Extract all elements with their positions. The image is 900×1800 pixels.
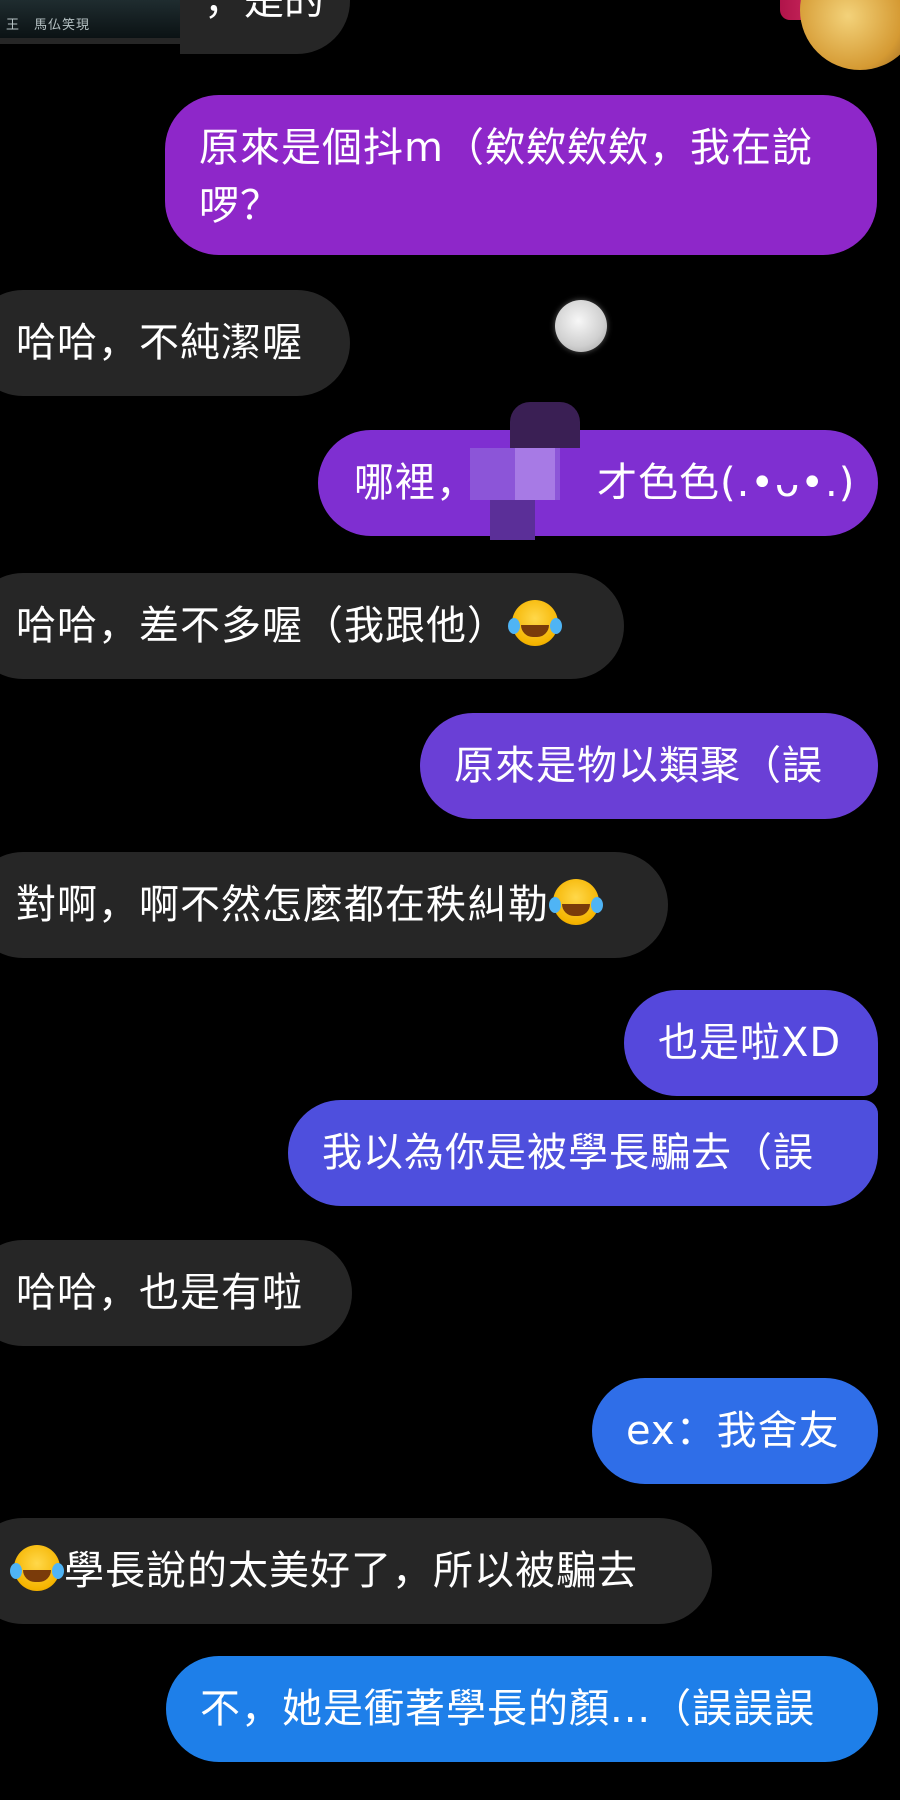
message-bubble-received[interactable]: 哈哈，也是有啦 [0, 1240, 352, 1346]
thumbnail-caption: 王 馬仏笑現 [6, 18, 91, 33]
message-bubble-received[interactable]: 哈哈，不純潔喔 [0, 290, 350, 396]
message-bubble-sent[interactable]: 原來是物以類聚（誤 [420, 713, 878, 819]
face-with-tears-of-joy-icon [549, 879, 599, 925]
message-text: 也是啦XD [658, 1020, 842, 1066]
message-text: 哈哈，差不多喔（我跟他） [16, 603, 508, 649]
message-bubble-sent[interactable]: 哪裡， 才色色(.•ᴗ•.) [318, 430, 878, 536]
message-bubble-sent[interactable]: ex：我舍友 [592, 1378, 878, 1484]
message-text: 原來是個抖m（欸欸欸欸，我在說啰？ [199, 125, 813, 229]
message-bubble-sent[interactable]: 不，她是衝著學長的顏...（誤誤誤 [166, 1656, 878, 1762]
message-text: ex：我舍友 [626, 1408, 840, 1454]
face-with-tears-of-joy-icon [10, 1545, 60, 1591]
seen-avatar-icon [555, 300, 607, 352]
message-text: 我以為你是被學長騙去（誤 [322, 1130, 814, 1176]
message-text: 哈哈，不純潔喔 [16, 320, 303, 366]
message-text: 學長說的太美好了，所以被騙去 [64, 1548, 638, 1594]
message-text: ，是的 [204, 0, 324, 24]
avatar[interactable] [800, 0, 900, 70]
message-text-before: 哪裡， [354, 460, 477, 506]
redacted-blur [470, 402, 580, 540]
message-bubble-received-partial[interactable]: ，是的 [180, 0, 350, 54]
message-bubble-received[interactable]: 哈哈，差不多喔（我跟他） [0, 573, 624, 679]
message-text: 對啊，啊不然怎麼都在秩糾勒 [16, 882, 549, 928]
face-with-tears-of-joy-icon [508, 600, 558, 646]
shared-media-thumbnail[interactable]: 王 馬仏笑現 [0, 0, 200, 44]
message-bubble-sent[interactable]: 也是啦XD [624, 990, 878, 1096]
message-text: 不，她是衝著學長的顏...（誤誤誤 [200, 1686, 816, 1732]
message-text: 原來是物以類聚（誤 [454, 743, 823, 789]
message-bubble-sent[interactable]: 我以為你是被學長騙去（誤 [288, 1100, 878, 1206]
message-bubble-received[interactable]: 學長說的太美好了，所以被騙去 [0, 1518, 712, 1624]
message-text-after: 才色色(.•ᴗ•.) [597, 460, 856, 506]
message-text: 哈哈，也是有啦 [16, 1270, 303, 1316]
message-bubble-sent[interactable]: 原來是個抖m（欸欸欸欸，我在說啰？ [165, 95, 877, 255]
message-bubble-received[interactable]: 對啊，啊不然怎麼都在秩糾勒 [0, 852, 668, 958]
chat-thread: 王 馬仏笑現 ，是的 原來是個抖m（欸欸欸欸，我在說啰？ 哈哈，不純潔喔 哪裡，… [0, 0, 900, 1800]
